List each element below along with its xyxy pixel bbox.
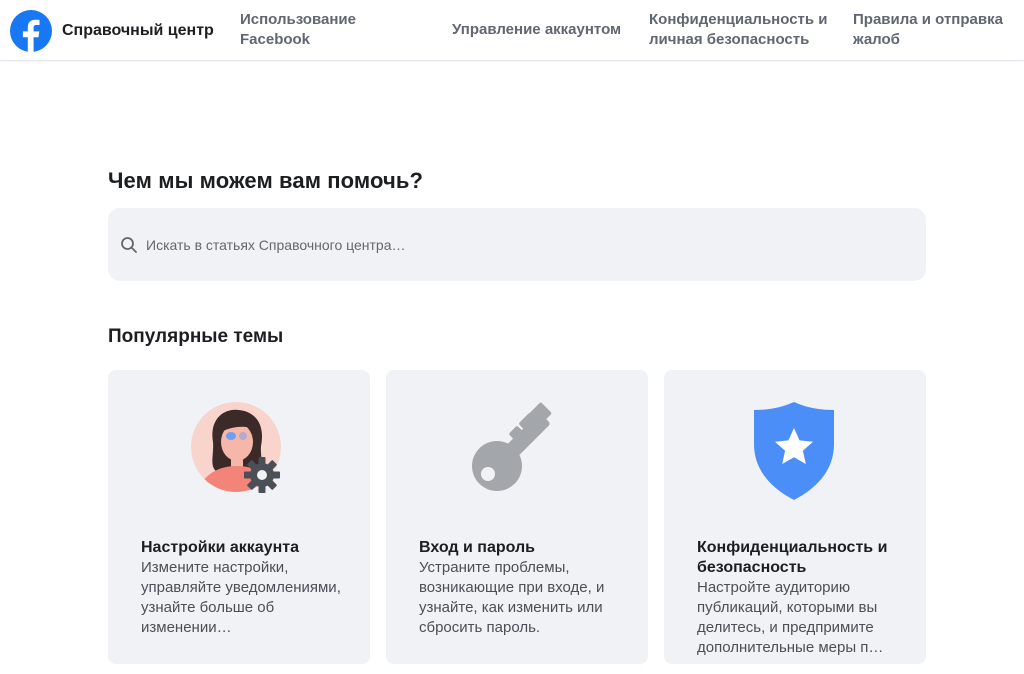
topic-card-account-settings[interactable]: Настройки аккаунта Измените настройки, у… [108,370,370,664]
nav-policies-reporting[interactable]: Правила и отправка жалоб [853,10,1023,50]
search-icon [121,236,137,253]
card-description: Устраните проблемы, возникающие при вход… [419,559,605,636]
key-icon [472,402,552,491]
card-title: Настройки аккаунта [141,539,299,556]
nav-using-facebook[interactable]: Использование Facebook [240,10,400,50]
card-description: Настройте аудиторию публикаций, которыми… [697,579,884,656]
facebook-logo-icon [10,10,52,52]
card-title: Вход и пароль [419,539,535,556]
card-description: Измените настройки, управляйте уведомлен… [141,559,341,636]
search-input[interactable] [144,229,904,260]
nav-account-management[interactable]: Управление аккаунтом [452,20,642,40]
topic-card-login-password[interactable]: Вход и пароль Устраните проблемы, возник… [386,370,648,664]
popular-topics-title: Популярные темы [108,326,284,347]
person-gear-icon [191,402,281,493]
page-title: Чем мы можем вам помочь? [108,168,424,193]
nav-privacy-safety[interactable]: Конфиденциальность и личная безопасность [649,10,839,50]
topic-card-privacy-security[interactable]: Конфиденциальность и безопасность Настро… [664,370,926,664]
top-navigation-bar: Справочный центр Использование Facebook … [0,0,1024,61]
help-center-title: Справочный центр [62,22,214,39]
help-center-home-link[interactable]: Справочный центр [10,10,214,52]
card-title: Конфиденциальность и безопасность [697,539,888,576]
shield-star-icon [754,402,834,500]
search-bar[interactable] [108,208,926,281]
